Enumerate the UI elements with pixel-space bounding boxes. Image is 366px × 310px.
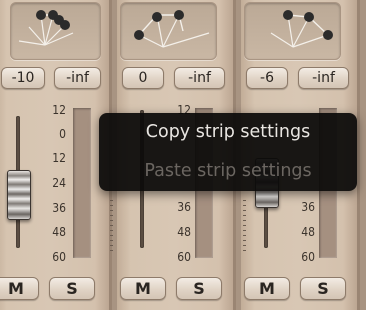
- scale-label: 12: [52, 151, 66, 165]
- stereo-pan-width-icon: [270, 10, 333, 48]
- gain-display[interactable]: -10: [1, 67, 45, 89]
- scale-label: 60: [52, 250, 66, 264]
- mute-button[interactable]: M: [244, 277, 290, 300]
- peak-display[interactable]: -inf: [174, 67, 225, 89]
- level-meter: [73, 108, 91, 258]
- stereo-pan-width-icon: [18, 10, 74, 46]
- scale-label: 48: [177, 225, 191, 239]
- pan-width-display[interactable]: [244, 2, 341, 60]
- scale-ticks: [243, 200, 246, 255]
- peak-display[interactable]: -inf: [298, 67, 349, 89]
- scale-label: 48: [301, 225, 315, 239]
- mixer-strip-1: -10 -inf 12 0 12 24 36 48 60 M S: [0, 0, 109, 310]
- stereo-pan-width-icon: [134, 10, 210, 48]
- scale-label: 36: [301, 200, 315, 214]
- solo-button[interactable]: S: [300, 277, 346, 300]
- solo-button[interactable]: S: [176, 277, 222, 300]
- scale-label: 60: [301, 250, 315, 264]
- copy-strip-settings-item[interactable]: Copy strip settings: [99, 122, 357, 142]
- pan-width-display[interactable]: [10, 2, 101, 60]
- scale-label: 48: [52, 225, 66, 239]
- scale-label: 0: [59, 127, 66, 141]
- mute-button[interactable]: M: [0, 277, 39, 300]
- gain-display[interactable]: 0: [122, 67, 164, 89]
- scale-label: 60: [177, 250, 191, 264]
- peak-display[interactable]: -inf: [54, 67, 101, 89]
- fader-knob-icon[interactable]: [7, 170, 31, 220]
- scale-label: 24: [52, 176, 66, 190]
- paste-strip-settings-item[interactable]: Paste strip settings: [99, 161, 357, 181]
- scale-label: 36: [52, 201, 66, 215]
- strip-divider: [357, 0, 360, 310]
- solo-button[interactable]: S: [49, 277, 95, 300]
- scale-label: 12: [52, 103, 66, 117]
- pan-width-display[interactable]: [120, 2, 217, 60]
- strip-context-menu: Copy strip settings Paste strip settings: [99, 113, 357, 191]
- gain-display[interactable]: -6: [246, 67, 288, 89]
- mute-button[interactable]: M: [120, 277, 166, 300]
- scale-ticks: [110, 200, 113, 255]
- scale-label: 36: [177, 200, 191, 214]
